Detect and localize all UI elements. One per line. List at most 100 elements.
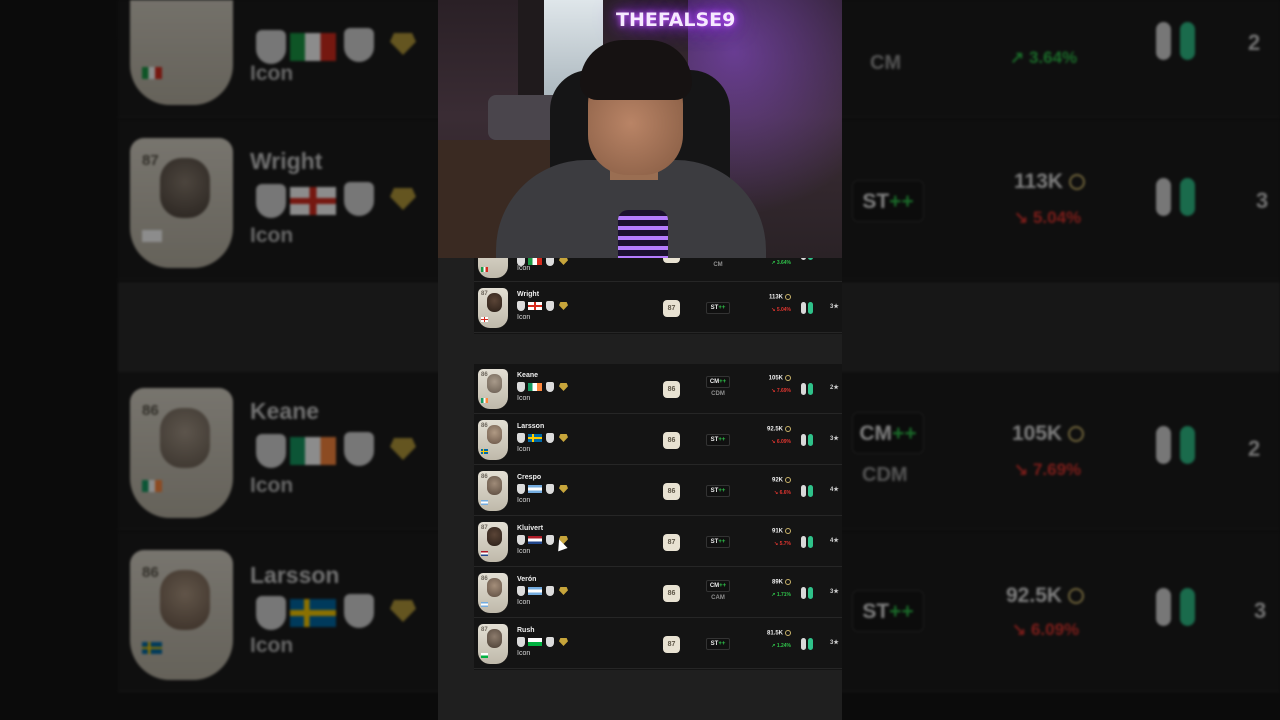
position-box: ST++ — [706, 536, 730, 548]
price-change: ↗ 3.64% — [771, 260, 791, 266]
coin-icon — [785, 630, 791, 636]
table-row[interactable]: Icon CM ↗ 3.64% 2 — [474, 258, 842, 282]
italy-flag — [481, 267, 488, 272]
price-change-value: 5.7% — [779, 541, 791, 547]
position-label: CM — [709, 583, 720, 589]
bg-ireland-flag-large — [290, 437, 336, 465]
left-foot-icon — [801, 258, 806, 260]
bg-gold-icon — [390, 600, 416, 622]
bg-player-name: Wright — [250, 148, 323, 174]
bg-price: 113K — [1014, 170, 1086, 194]
table-row[interactable]: 86 Larsson Icon 86 ST++ 92.5K ↘ 6.09% 3★ — [474, 415, 842, 465]
bg-card-rating: 86 — [142, 402, 159, 419]
bg-foot-left — [1156, 426, 1171, 464]
player-name[interactable]: Wright — [517, 291, 539, 298]
table-row[interactable]: 87 Kluivert Icon 87 ST++ 91K ↘ 5.7% 4★ — [474, 517, 842, 567]
right-foot-icon — [808, 383, 813, 395]
price: 113K — [746, 294, 791, 301]
bg-skill: 2 — [1248, 30, 1261, 55]
bg-change-value: 5.04% — [1032, 208, 1082, 227]
player-face — [487, 425, 502, 444]
price-value: 92K — [771, 477, 783, 484]
argentina-flag-icon — [528, 485, 542, 493]
position-box: ST++ — [706, 485, 730, 497]
player-card: 86 — [478, 420, 508, 460]
price-value: 105K — [768, 375, 783, 382]
player-type: Icon — [517, 650, 531, 657]
right-foot-icon — [808, 434, 813, 446]
bg-price-value: 92.5K — [1006, 584, 1063, 607]
coin-icon — [785, 294, 791, 300]
table-row[interactable]: 86 Crespo Icon 86 ST++ 92K ↘ 6.6% 4★ — [474, 466, 842, 516]
rating-box: 86 — [663, 432, 680, 449]
player-name[interactable]: Rush — [517, 627, 535, 634]
bg-italy-flag-large — [290, 33, 336, 61]
price-change-value: 5.04% — [776, 307, 791, 313]
argentina-flag — [481, 602, 488, 607]
bg-pos-label: ST — [862, 190, 890, 213]
foot-icons — [801, 302, 815, 314]
coin-icon — [785, 426, 791, 432]
price-value: 113K — [768, 294, 783, 301]
icon-badge — [517, 382, 525, 392]
position-plus: ++ — [719, 379, 727, 385]
bg-change-value: 3.64% — [1028, 48, 1078, 67]
ireland-flag-icon — [528, 383, 542, 391]
foot-icons — [801, 638, 815, 650]
player-type: Icon — [517, 395, 531, 402]
bg-foot-left — [1156, 22, 1171, 60]
table-row[interactable]: 87 Rush Icon 87 ST++ 81.5K ↗ 1.24% 3★ — [474, 619, 842, 669]
table-row[interactable]: 86 Keane Icon 86 CM++ CDM 105K ↘ 7.69% 2★ — [474, 364, 842, 414]
player-name[interactable]: Larsson — [517, 423, 544, 430]
left-foot-icon — [801, 302, 806, 314]
price-change-value: 1.24% — [776, 643, 791, 649]
microphone-icon — [618, 210, 668, 258]
position-label: CM — [709, 379, 720, 385]
icon-badge — [517, 433, 525, 443]
bg-price-value: 105K — [1012, 422, 1063, 445]
foot-icons — [801, 258, 815, 260]
bg-skill: 3 — [1256, 188, 1269, 213]
gold-icon — [559, 587, 568, 595]
bg-player-face — [160, 570, 210, 630]
foot-icons — [801, 434, 815, 446]
gold-icon — [559, 383, 568, 391]
player-type: Icon — [517, 314, 531, 321]
position-box: ST++ — [706, 434, 730, 446]
coin-icon — [1068, 588, 1085, 605]
list-section-top: Icon CM ↗ 3.64% 2 87 Wright Icon 87 ST+ — [474, 258, 842, 334]
card-icons — [517, 382, 577, 392]
player-name[interactable]: Keane — [517, 372, 538, 379]
price-change-value: 6.6% — [779, 490, 791, 496]
card-icons — [517, 433, 577, 443]
player-name[interactable]: Verón — [517, 576, 536, 583]
bg-price: 92.5K — [1006, 584, 1085, 608]
position-box: ST++ — [706, 638, 730, 650]
left-foot-icon — [801, 485, 806, 497]
price: 92K — [746, 477, 791, 484]
sweden-flag-icon — [528, 434, 542, 442]
bg-italy-flag — [142, 67, 162, 79]
player-name[interactable]: Crespo — [517, 474, 541, 481]
bg-sweden-flag — [142, 642, 162, 654]
rating-box: 86 — [663, 585, 680, 602]
player-face — [487, 476, 502, 495]
rating-box: 87 — [663, 300, 680, 317]
table-row[interactable]: 87 Wright Icon 87 ST++ 113K ↘ 5.04% 3★ — [474, 283, 842, 333]
player-type: Icon — [517, 265, 531, 272]
table-row[interactable]: 86 Verón Icon 86 CM++ CAM 89K ↗ 1.71% 3★ — [474, 568, 842, 618]
foot-icons — [801, 536, 815, 548]
left-foot-icon — [801, 536, 806, 548]
wales-flag — [481, 653, 488, 658]
bg-change: ↗ 3.64% — [1010, 48, 1078, 67]
player-name[interactable]: Kluivert — [517, 525, 543, 532]
rating-box: 86 — [663, 483, 680, 500]
skill-moves: 3★ — [830, 304, 839, 310]
card-icons — [517, 637, 577, 647]
bg-player-face — [160, 408, 210, 468]
alt-position: CM — [713, 262, 723, 268]
skill-moves: 3★ — [830, 589, 839, 595]
card-icons — [517, 301, 577, 311]
netherlands-flag-icon — [528, 536, 542, 544]
price: 91K — [746, 528, 791, 535]
